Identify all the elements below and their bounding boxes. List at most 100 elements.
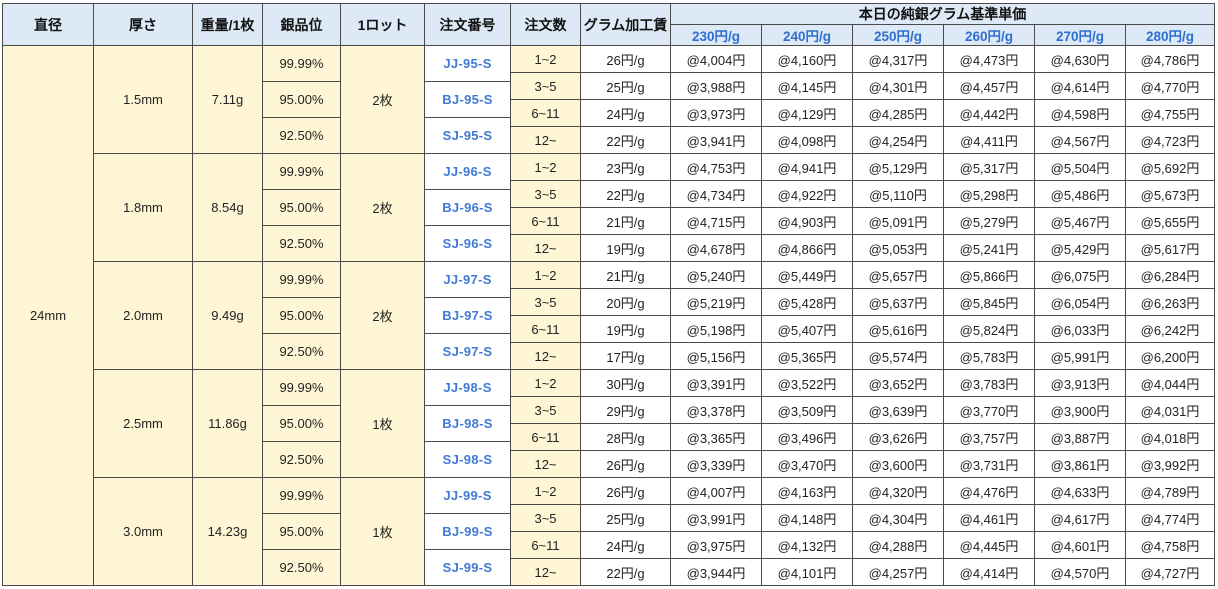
fee-cell: 29円/g (580, 396, 671, 424)
silver-price-table: 直径 厚さ 重量/1枚 銀品位 1ロット 注文番号 注文数 グラム加工賃 本日の… (2, 3, 1215, 586)
price-cell: @4,753円 (670, 153, 762, 181)
thickness-cell: 2.5mm (93, 369, 193, 478)
price-cell: @3,626円 (852, 423, 944, 451)
purity-cell: 92.50% (262, 333, 341, 370)
qty-cell: 12~ (510, 450, 581, 478)
order-code-cell: JJ-95-S (424, 45, 511, 82)
price-cell: @4,630円 (1034, 45, 1126, 73)
table-subrow: 24mm 1.5mm 7.11g 99.99% 2枚 JJ-95-S 1~2 26円/g @4,… (2, 45, 1215, 586)
price-cell: @4,257円 (852, 558, 944, 586)
purity-cell: 92.50% (262, 441, 341, 478)
header-diameter: 直径 (2, 3, 94, 46)
price-cell: @3,731円 (943, 450, 1035, 478)
qty-cell: 6~11 (510, 315, 581, 343)
price-cell: @3,992円 (1125, 450, 1215, 478)
price-cell: @4,132円 (761, 531, 853, 559)
price-cell: @3,365円 (670, 423, 762, 451)
price-cell: @5,657円 (852, 261, 944, 289)
price-cell: @5,279円 (943, 207, 1035, 235)
fee-cell: 23円/g (580, 153, 671, 181)
price-cell: @3,973円 (670, 99, 762, 127)
price-cell: @4,317円 (852, 45, 944, 73)
header-price-270: 270円/g (1034, 24, 1126, 46)
table-subrow: 2.0mm 9.49g 99.99% 2枚 JJ-97-S 1~2 21円/g @5,240円… (3, 261, 1215, 370)
purity-cell: 99.99% (262, 369, 341, 406)
qty-cell: 12~ (510, 342, 581, 370)
price-cell: @5,824円 (943, 315, 1035, 343)
price-cell: @5,504円 (1034, 153, 1126, 181)
price-cell: @3,861円 (1034, 450, 1126, 478)
purity-cell: 99.99% (262, 153, 341, 190)
order-code-cell: SJ-96-S (424, 225, 511, 262)
qty-cell: 6~11 (510, 531, 581, 559)
order-code-cell: BJ-99-S (424, 513, 511, 550)
price-cell: @4,007円 (670, 477, 762, 505)
price-cell: @4,617円 (1034, 504, 1126, 532)
price-cell: @5,053円 (852, 234, 944, 262)
price-cell: @4,254円 (852, 126, 944, 154)
price-cell: @5,866円 (943, 261, 1035, 289)
header-lot: 1ロット (340, 3, 425, 46)
price-cell: @4,411円 (943, 126, 1035, 154)
price-cell: @4,758円 (1125, 531, 1215, 559)
price-cell: @5,298円 (943, 180, 1035, 208)
qty-cell: 6~11 (510, 207, 581, 235)
price-cell: @4,101円 (761, 558, 853, 586)
fee-cell: 24円/g (580, 531, 671, 559)
qty-cell: 1~2 (510, 45, 581, 73)
price-cell: @4,567円 (1034, 126, 1126, 154)
price-cell: @4,715円 (670, 207, 762, 235)
price-cell: @5,449円 (761, 261, 853, 289)
price-cell: @6,284円 (1125, 261, 1215, 289)
purity-cell: 99.99% (262, 477, 341, 514)
price-cell: @4,442円 (943, 99, 1035, 127)
price-cell: @5,365円 (761, 342, 853, 370)
qty-cell: 1~2 (510, 153, 581, 181)
price-cell: @6,242円 (1125, 315, 1215, 343)
price-cell: @3,496円 (761, 423, 853, 451)
price-cell: @4,727円 (1125, 558, 1215, 586)
price-cell: @3,900円 (1034, 396, 1126, 424)
purity-cell: 95.00% (262, 81, 341, 118)
purity-cell: 99.99% (262, 45, 341, 82)
price-cell: @6,054円 (1034, 288, 1126, 316)
order-code-cell: SJ-99-S (424, 549, 511, 586)
price-cell: @4,774円 (1125, 504, 1215, 532)
price-cell: @4,941円 (761, 153, 853, 181)
price-cell: @5,617円 (1125, 234, 1215, 262)
header-purity: 銀品位 (262, 3, 341, 46)
purity-cell: 95.00% (262, 405, 341, 442)
price-cell: @4,457円 (943, 72, 1035, 100)
price-cell: @5,407円 (761, 315, 853, 343)
price-cell: @4,004円 (670, 45, 762, 73)
header-price-280: 280円/g (1125, 24, 1215, 46)
price-cell: @5,198円 (670, 315, 762, 343)
price-cell: @5,991円 (1034, 342, 1126, 370)
fee-cell: 26円/g (580, 450, 671, 478)
header-price-230: 230円/g (670, 24, 762, 46)
order-code-cell: BJ-95-S (424, 81, 511, 118)
price-cell: @3,639円 (852, 396, 944, 424)
order-code-cell: SJ-97-S (424, 333, 511, 370)
header-price-250: 250円/g (852, 24, 944, 46)
order-code-cell: JJ-98-S (424, 369, 511, 406)
price-cell: @6,263円 (1125, 288, 1215, 316)
price-cell: @3,600円 (852, 450, 944, 478)
price-cell: @5,156円 (670, 342, 762, 370)
price-cell: @4,866円 (761, 234, 853, 262)
thickness-cell: 1.8mm (93, 153, 193, 262)
price-cell: @3,522円 (761, 369, 853, 397)
header-price-260: 260円/g (943, 24, 1035, 46)
price-cell: @5,637円 (852, 288, 944, 316)
price-cell: @5,467円 (1034, 207, 1126, 235)
weight-cell: 9.49g (192, 261, 263, 370)
price-cell: @4,770円 (1125, 72, 1215, 100)
qty-cell: 3~5 (510, 504, 581, 532)
price-cell: @4,148円 (761, 504, 853, 532)
price-cell: @3,944円 (670, 558, 762, 586)
price-cell: @5,428円 (761, 288, 853, 316)
order-code-cell: JJ-96-S (424, 153, 511, 190)
purity-cell: 99.99% (262, 261, 341, 298)
price-cell: @4,320円 (852, 477, 944, 505)
price-cell: @5,091円 (852, 207, 944, 235)
